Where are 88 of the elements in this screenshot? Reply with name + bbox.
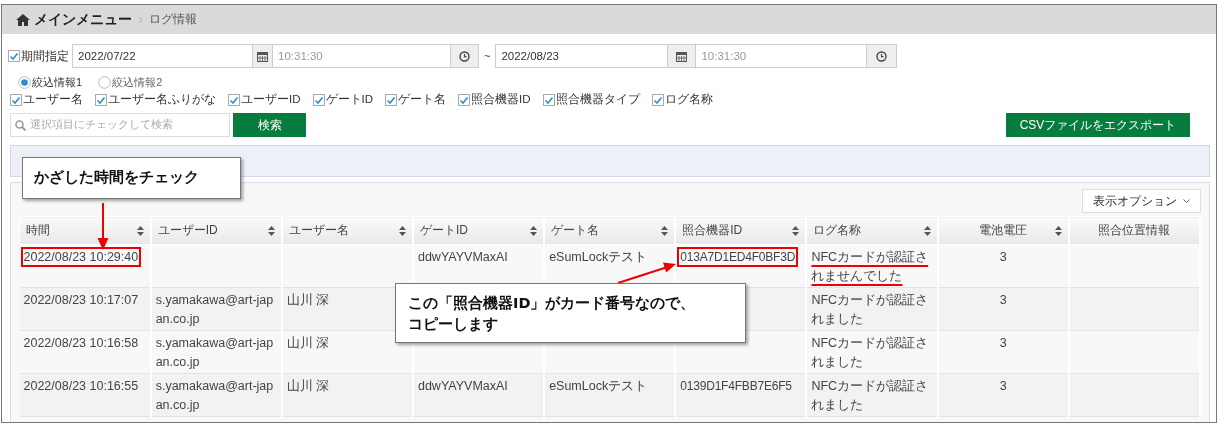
checkbox[interactable] — [10, 93, 22, 106]
checkbox[interactable] — [8, 50, 20, 62]
table-cell: 0139D1F4FBB7E6F5 — [680, 379, 792, 393]
checkbox-label[interactable]: 照合機器タイプ — [555, 92, 640, 107]
checkbox[interactable] — [95, 93, 107, 106]
date-field[interactable]: 2022/07/22 — [72, 44, 253, 68]
radio-button[interactable] — [98, 76, 112, 89]
caret-icon — [1183, 198, 1190, 204]
search-icon — [15, 119, 26, 131]
checkbox-label[interactable]: ゲートID — [325, 92, 373, 107]
sort-icon[interactable] — [267, 225, 275, 236]
table-cell: 2022/08/23 10:17:07 — [23, 293, 139, 307]
table-cell: ddwYAYVMaxAI — [417, 250, 508, 264]
callout-note: かざした時間をチェック — [22, 157, 241, 199]
range-separator: ~ — [484, 50, 491, 62]
clock-icon — [876, 50, 888, 62]
export-button[interactable]: CSVファイルをエクスポート — [1006, 113, 1190, 137]
table-cell: 山川 深 — [286, 293, 330, 307]
breadcrumb-link[interactable]: メインメニュー — [34, 10, 132, 29]
column-header[interactable]: ゲート名 — [544, 216, 676, 245]
checkbox-label[interactable]: 照合機器ID — [471, 92, 531, 107]
table-cell: 013A7D1ED4F0BF3D — [680, 250, 796, 264]
radio-button[interactable] — [18, 76, 31, 89]
column-header[interactable]: 電池電圧 — [937, 216, 1069, 245]
sort-icon[interactable] — [136, 225, 144, 236]
checkbox-label[interactable]: ユーザーID — [241, 92, 301, 107]
sort-icon[interactable] — [530, 225, 538, 236]
column-header[interactable]: ログ名称 — [806, 216, 938, 245]
table-cell: 3 — [999, 379, 1007, 393]
sort-icon[interactable] — [661, 225, 669, 236]
table-cell: 2022/08/23 10:29:40 — [23, 250, 139, 264]
column-header[interactable]: 照合機器ID — [675, 216, 807, 245]
date-field[interactable]: 2022/08/23 — [495, 44, 669, 68]
table-cell: eSumLockテスト — [549, 379, 648, 393]
calendar-button[interactable] — [668, 44, 697, 68]
column-header[interactable]: ユーザーID — [150, 216, 282, 245]
breadcrumb-current: ログ情報 — [149, 11, 197, 28]
table-cell: s.yamakawa@art-japan.co.jp — [155, 379, 274, 412]
sort-icon[interactable] — [923, 225, 931, 236]
home-icon[interactable] — [16, 13, 30, 26]
calendar-icon — [676, 50, 688, 62]
search-placeholder: 選択項目にチェックして検索 — [30, 118, 173, 132]
table-cell: s.yamakawa@art-japan.co.jp — [155, 336, 274, 369]
arrow — [617, 262, 676, 284]
clock-button[interactable] — [451, 44, 479, 68]
checkbox-label[interactable]: ログ名称 — [664, 92, 713, 107]
table-cell: 3 — [999, 293, 1007, 307]
sort-icon[interactable] — [398, 225, 406, 236]
sort-icon[interactable] — [792, 225, 800, 236]
table-cell: NFCカードが認証されました — [811, 293, 929, 326]
checkbox-label[interactable]: ユーザー名 — [23, 92, 83, 107]
checkbox[interactable] — [385, 93, 397, 106]
chevron-icon — [138, 15, 143, 24]
table-cell: NFCカードが認証されませんでした — [811, 250, 929, 283]
table-cell: NFCカードが認証されました — [811, 379, 929, 412]
table-cell: 3 — [999, 336, 1007, 350]
column-header[interactable]: 照合位置情報 — [1068, 216, 1200, 245]
table-cell: 山川 深 — [286, 379, 330, 393]
display-options-button[interactable]: 表示オプション — [1082, 189, 1201, 213]
table-cell: 3 — [999, 250, 1007, 264]
column-header[interactable]: 時間 — [19, 216, 151, 245]
arrow — [97, 202, 109, 250]
calendar-icon — [257, 50, 268, 62]
radio-label[interactable]: 絞込情報1 — [32, 75, 83, 90]
checkbox-label[interactable]: ユーザー名ふりがな — [108, 92, 216, 107]
checkbox[interactable] — [458, 93, 470, 106]
calendar-button[interactable] — [253, 44, 273, 68]
checkbox[interactable] — [651, 93, 664, 106]
table-cell: s.yamakawa@art-japan.co.jp — [155, 293, 274, 326]
checkbox-label: 期間指定 — [21, 48, 69, 64]
column-header[interactable]: ゲートID — [412, 216, 545, 245]
table-cell: NFCカードが認証されました — [811, 336, 929, 369]
search-button[interactable]: 検索 — [233, 113, 306, 137]
radio-label[interactable]: 絞込情報2 — [112, 75, 163, 90]
clock-icon — [459, 50, 470, 62]
checkbox[interactable] — [312, 93, 325, 106]
checkbox[interactable] — [228, 93, 240, 106]
clock-button[interactable] — [867, 44, 898, 68]
column-header[interactable]: ユーザー名 — [281, 216, 413, 245]
checkbox[interactable] — [542, 93, 555, 106]
sort-icon[interactable] — [1054, 225, 1062, 236]
table-cell: 2022/08/23 10:16:58 — [23, 336, 139, 350]
table-cell: 2022/08/23 10:16:55 — [23, 379, 139, 393]
table-cell: ddwYAYVMaxAI — [417, 379, 508, 393]
checkbox-label[interactable]: ゲート名 — [398, 92, 446, 107]
callout-note: この「照合機器ID」がカード番号なので、 コピーします — [395, 283, 746, 343]
table-cell: eSumLockテスト — [549, 250, 648, 264]
table-cell: 山川 深 — [286, 336, 330, 350]
